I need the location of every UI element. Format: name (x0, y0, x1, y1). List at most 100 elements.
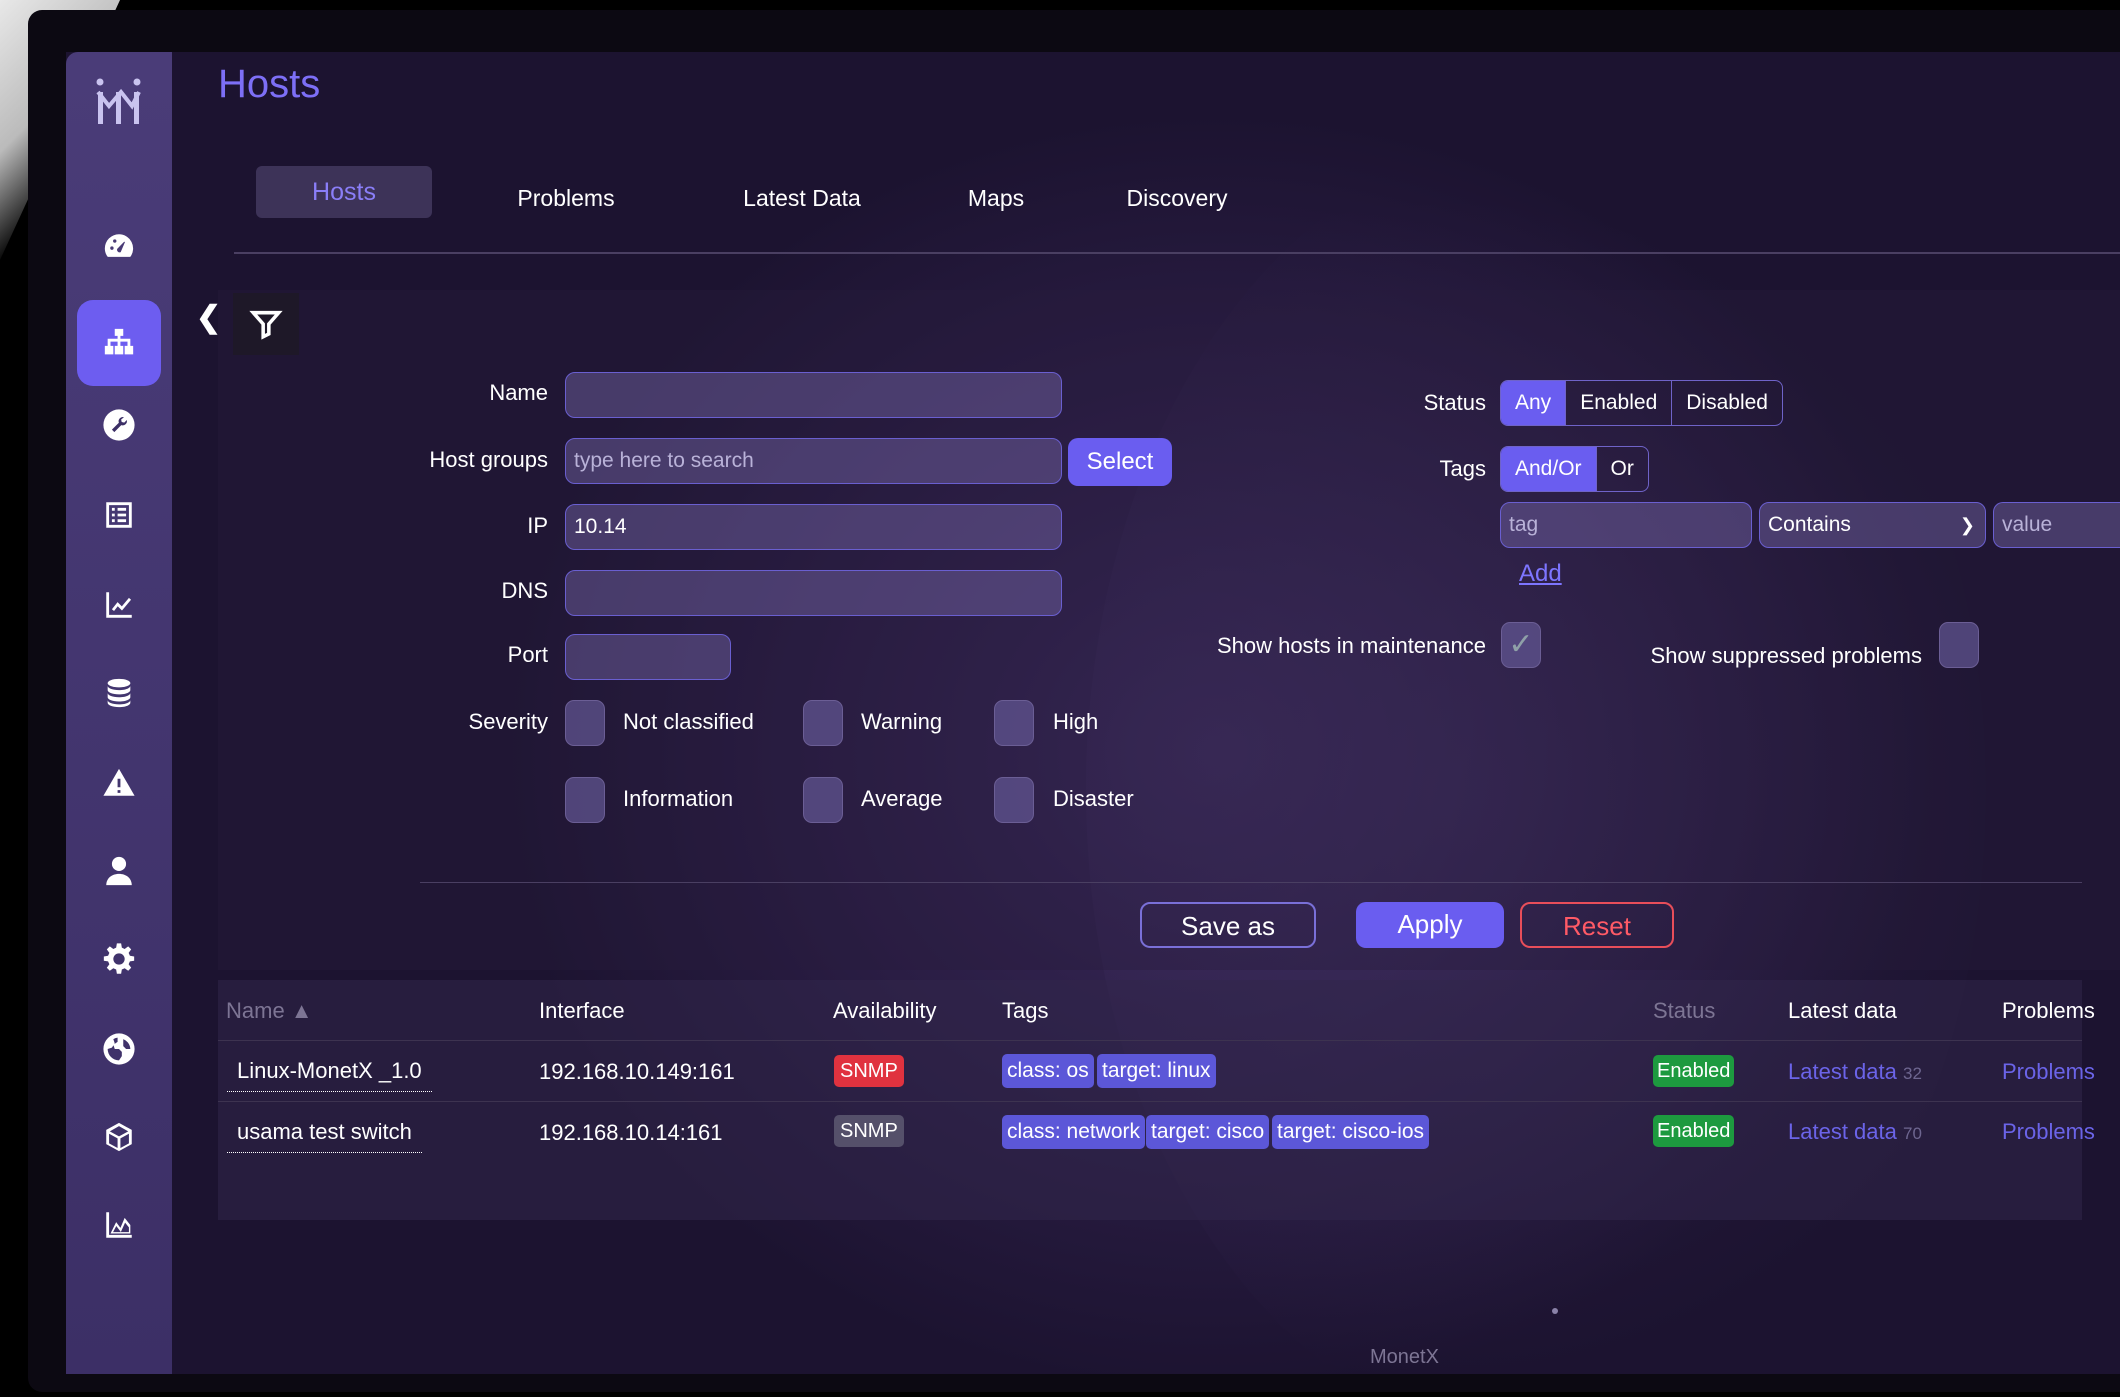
ip-label: IP (527, 513, 548, 538)
status-segmented-control: Any Enabled Disabled (1500, 380, 1783, 426)
row-divider (218, 1101, 2082, 1102)
tag-chip[interactable]: target: cisco (1146, 1115, 1270, 1149)
severity-warning-checkbox[interactable] (803, 700, 843, 746)
latest-data-count: 32 (1903, 1064, 1922, 1083)
warning-icon[interactable] (84, 748, 154, 818)
monitor-screen: Hosts Hosts Problems Latest Data Maps Di… (28, 10, 2120, 1392)
host-name-text: Linux-MonetX _1.0 (227, 1056, 432, 1092)
footer-brand: MonetX (1370, 1346, 1439, 1368)
tag-chip[interactable]: class: os (1002, 1054, 1094, 1088)
column-header-status[interactable]: Status (1653, 998, 1715, 1024)
tag-chip[interactable]: class: network (1002, 1115, 1146, 1149)
column-header-interface[interactable]: Interface (539, 998, 625, 1024)
host-name-text: usama test switch (227, 1117, 422, 1153)
tags-or-option[interactable]: Or (1597, 447, 1648, 491)
column-header-latest-data[interactable]: Latest data (1788, 998, 1897, 1024)
globe-icon[interactable] (84, 1014, 154, 1084)
tab-problems[interactable]: Problems (496, 172, 636, 224)
severity-not-classified-checkbox[interactable] (565, 700, 605, 746)
dashboard-icon[interactable] (84, 212, 154, 282)
logo[interactable] (92, 72, 146, 130)
tags-logic-segmented-control: And/Or Or (1500, 446, 1649, 492)
problems-link[interactable]: Problems (2002, 1059, 2095, 1085)
sidebar (66, 52, 172, 1374)
severity-high-label: High (1053, 709, 1099, 734)
interface-cell: 192.168.10.149:161 (539, 1059, 735, 1084)
tab-discovery[interactable]: Discovery (1112, 172, 1242, 224)
ip-input[interactable] (565, 504, 1062, 550)
interface-cell: 192.168.10.14:161 (539, 1120, 723, 1145)
maintenance-checkbox[interactable]: ✓ (1501, 622, 1541, 668)
line-graph-icon[interactable] (84, 570, 154, 640)
suppressed-label: Show suppressed problems (1650, 643, 1922, 668)
port-input[interactable] (565, 634, 731, 680)
severity-average-checkbox[interactable] (803, 777, 843, 823)
page-title: Hosts (218, 62, 321, 106)
status-badge[interactable]: Enabled (1653, 1115, 1735, 1147)
tabs-divider (234, 252, 2120, 254)
tag-value-input[interactable] (1993, 502, 2120, 548)
status-disabled-option[interactable]: Disabled (1672, 381, 1782, 425)
tab-maps[interactable]: Maps (946, 172, 1046, 224)
dns-input[interactable] (565, 570, 1062, 616)
filter-divider (420, 882, 2082, 883)
latest-data-text: Latest data (1788, 1059, 1897, 1084)
gear-icon[interactable] (84, 924, 154, 994)
name-input[interactable] (565, 372, 1062, 418)
cube-icon[interactable] (84, 1102, 154, 1172)
column-header-tags[interactable]: Tags (1002, 998, 1048, 1024)
host-groups-label: Host groups (429, 447, 548, 472)
host-name-link[interactable]: Linux-MonetX _1.0 (227, 1056, 432, 1092)
chevron-down-icon: ❯ (1959, 515, 1975, 535)
monetx-logo-icon (96, 78, 141, 124)
filter-funnel-icon[interactable] (233, 293, 299, 355)
column-header-name[interactable]: Name ▲ (226, 998, 313, 1024)
hosts-hierarchy-icon[interactable] (77, 300, 161, 386)
save-as-button[interactable]: Save as (1140, 902, 1316, 948)
header-divider (218, 1040, 2082, 1041)
severity-disaster-label: Disaster (1053, 786, 1134, 811)
latest-data-text: Latest data (1788, 1119, 1897, 1144)
tag-name-input[interactable] (1500, 502, 1752, 548)
severity-information-checkbox[interactable] (565, 777, 605, 823)
select-host-groups-button[interactable]: Select (1068, 438, 1172, 486)
dns-label: DNS (501, 578, 548, 603)
status-any-option[interactable]: Any (1501, 381, 1567, 425)
tag-operator-value: Contains (1768, 513, 1851, 536)
column-header-availability[interactable]: Availability (833, 998, 937, 1024)
status-enabled-option[interactable]: Enabled (1566, 381, 1673, 425)
severity-information-label: Information (623, 786, 734, 811)
database-icon[interactable] (84, 658, 154, 728)
suppressed-checkbox[interactable] (1939, 622, 1979, 668)
status-label: Status (1423, 390, 1486, 415)
status-badge[interactable]: Enabled (1653, 1055, 1735, 1087)
chevron-left-icon[interactable]: ❮ (196, 300, 221, 335)
tag-operator-select[interactable]: Contains ❯ (1759, 502, 1986, 548)
latest-data-link[interactable]: Latest data 32 (1788, 1059, 1922, 1085)
tab-hosts[interactable]: Hosts (256, 166, 432, 218)
decorative-dot (1552, 1308, 1558, 1314)
latest-data-count: 70 (1903, 1124, 1922, 1143)
problems-link[interactable]: Problems (2002, 1119, 2095, 1145)
severity-disaster-checkbox[interactable] (994, 777, 1034, 823)
severity-warning-label: Warning (861, 709, 943, 734)
tag-chip[interactable]: target: linux (1097, 1054, 1216, 1088)
wrench-icon[interactable] (84, 390, 154, 460)
apply-button[interactable]: Apply (1356, 902, 1504, 948)
severity-not-classified-label: Not classified (623, 709, 754, 734)
list-icon[interactable] (84, 480, 154, 550)
maintenance-label: Show hosts in maintenance (1216, 633, 1486, 658)
name-label: Name (489, 380, 548, 405)
severity-high-checkbox[interactable] (994, 700, 1034, 746)
latest-data-link[interactable]: Latest data 70 (1788, 1119, 1922, 1145)
tags-andor-option[interactable]: And/Or (1501, 447, 1597, 491)
add-tag-link[interactable]: Add (1519, 560, 1562, 588)
tab-latest-data[interactable]: Latest Data (732, 172, 872, 224)
tag-chip[interactable]: target: cisco-ios (1272, 1115, 1430, 1149)
host-name-link[interactable]: usama test switch (227, 1117, 422, 1153)
reset-button[interactable]: Reset (1520, 902, 1674, 948)
host-groups-input[interactable] (565, 438, 1062, 484)
user-icon[interactable] (84, 836, 154, 906)
column-header-problems[interactable]: Problems (2002, 998, 2095, 1024)
area-chart-icon[interactable] (84, 1190, 154, 1260)
